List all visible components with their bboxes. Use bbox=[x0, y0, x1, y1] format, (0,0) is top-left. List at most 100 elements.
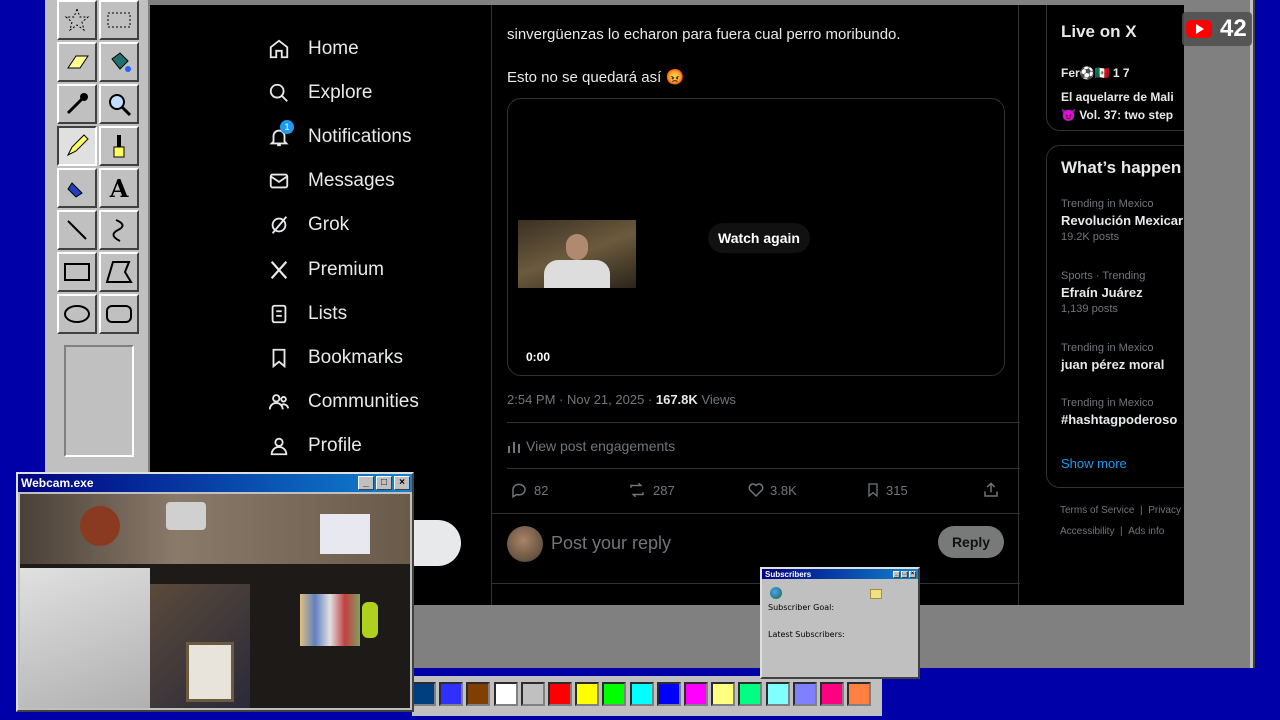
happening-title: What’s happen bbox=[1061, 158, 1182, 177]
divider bbox=[507, 422, 1020, 423]
subscribers-window[interactable]: Subscribers _ □ × Subscriber Goal: Lates… bbox=[760, 567, 920, 679]
color-picker-tool[interactable] bbox=[57, 84, 97, 124]
brush-icon bbox=[113, 135, 125, 158]
webcam-feed bbox=[20, 494, 410, 708]
color-swatch[interactable] bbox=[520, 682, 545, 706]
nav-label: Premium bbox=[308, 259, 385, 280]
trend-item[interactable]: Trending in Mexico juan pérez moral bbox=[1061, 342, 1164, 372]
polygon-icon bbox=[105, 261, 133, 283]
nav-label: Lists bbox=[308, 303, 348, 324]
like-action[interactable]: 3.8K bbox=[747, 481, 797, 499]
color-swatch[interactable] bbox=[684, 682, 708, 706]
whats-happening-card: What’s happen Trending in Mexico Revoluc… bbox=[1046, 145, 1184, 488]
rectangle-icon bbox=[64, 263, 90, 281]
rect-select-tool[interactable] bbox=[99, 0, 139, 40]
color-swatch[interactable] bbox=[602, 682, 627, 706]
watch-again-button[interactable]: Watch again bbox=[708, 223, 810, 253]
books bbox=[300, 594, 360, 646]
color-swatch[interactable] bbox=[575, 682, 600, 706]
reply-button[interactable]: Reply bbox=[938, 526, 1004, 558]
rounded-rect-tool[interactable] bbox=[99, 294, 139, 334]
share-action[interactable] bbox=[982, 481, 1000, 504]
close-button[interactable]: × bbox=[909, 570, 916, 578]
view-engagements-link[interactable]: View post engagements bbox=[507, 438, 675, 454]
brush-tool[interactable] bbox=[99, 126, 139, 166]
eraser-tool[interactable] bbox=[57, 42, 97, 82]
text-tool[interactable]: A bbox=[99, 168, 139, 208]
live-title: Live on X bbox=[1061, 22, 1137, 41]
trend-item[interactable]: Sports · Trending Efraín Juárez 1,139 po… bbox=[1061, 270, 1145, 315]
color-swatch[interactable] bbox=[820, 682, 844, 706]
shelf-item bbox=[80, 506, 120, 546]
live-line2[interactable]: 😈 Vol. 37: two step bbox=[1061, 108, 1173, 122]
close-button[interactable]: × bbox=[394, 476, 410, 490]
color-swatch[interactable] bbox=[738, 682, 763, 706]
video-player[interactable]: Watch again 0:00 bbox=[507, 98, 1005, 376]
framed-drawing bbox=[186, 642, 234, 702]
magnifier-tool[interactable] bbox=[99, 84, 139, 124]
rectangle-tool[interactable] bbox=[57, 252, 97, 292]
footer-links-2[interactable]: Accessibility | Ads info bbox=[1060, 526, 1164, 537]
minimize-button[interactable]: _ bbox=[358, 476, 374, 490]
nav-home[interactable]: Home bbox=[268, 34, 359, 64]
maximize-button[interactable]: □ bbox=[376, 476, 392, 490]
subscribers-titlebar[interactable]: Subscribers _ □ × bbox=[762, 569, 918, 579]
nav-profile[interactable]: Profile bbox=[268, 431, 362, 461]
bookmark-icon bbox=[868, 483, 878, 498]
list-icon bbox=[271, 304, 287, 324]
trend-item[interactable]: Trending in Mexico #hashtagpoderoso bbox=[1061, 397, 1177, 427]
reply-action[interactable]: 82 bbox=[510, 481, 548, 499]
nav-lists[interactable]: Lists bbox=[268, 299, 347, 329]
trend-item[interactable]: Trending in Mexico Revolución Mexicar 19… bbox=[1061, 198, 1183, 243]
free-select-tool[interactable] bbox=[57, 0, 97, 40]
minimize-button[interactable]: _ bbox=[893, 570, 900, 578]
nav-messages[interactable]: Messages bbox=[268, 166, 395, 196]
nav-premium[interactable]: Premium bbox=[268, 255, 384, 285]
color-swatch[interactable] bbox=[792, 682, 817, 706]
nav-notifications[interactable]: 1 Notifications bbox=[268, 120, 412, 152]
color-swatch[interactable] bbox=[493, 682, 518, 706]
live-line1[interactable]: El aquelarre de Mali bbox=[1061, 90, 1174, 104]
color-swatch[interactable] bbox=[439, 682, 464, 706]
nav-grok[interactable]: Grok bbox=[268, 210, 349, 240]
fill-tool[interactable] bbox=[99, 42, 139, 82]
webcam-window[interactable]: Webcam.exe _ □ × bbox=[16, 472, 414, 712]
person-icon bbox=[270, 437, 288, 456]
x-logo-icon bbox=[270, 261, 288, 279]
play-button-plaque bbox=[166, 502, 206, 530]
post-text-line1: sinvergüenzas lo echaron para fuera cual… bbox=[507, 26, 901, 43]
youtube-icon bbox=[1186, 20, 1212, 38]
webcam-titlebar[interactable]: Webcam.exe _ □ × bbox=[18, 474, 412, 492]
maximize-button[interactable]: □ bbox=[901, 570, 908, 578]
ellipse-tool[interactable] bbox=[57, 294, 97, 334]
tool-options-box[interactable] bbox=[64, 345, 134, 457]
angry-emoji: 😡 bbox=[665, 69, 685, 86]
repost-action[interactable]: 287 bbox=[627, 481, 675, 499]
polygon-tool[interactable] bbox=[99, 252, 139, 292]
airbrush-tool[interactable] bbox=[57, 168, 97, 208]
post-column: sinvergüenzas lo echaron para fuera cual… bbox=[491, 5, 1020, 605]
footer-links-1[interactable]: Terms of Service | Privacy bbox=[1060, 505, 1181, 516]
color-swatch[interactable] bbox=[765, 682, 790, 706]
color-swatch[interactable] bbox=[412, 682, 436, 706]
nav-explore[interactable]: Explore bbox=[268, 78, 372, 108]
nav-bookmarks[interactable]: Bookmarks bbox=[268, 343, 403, 373]
color-swatch[interactable] bbox=[656, 682, 681, 706]
bookmark-action[interactable]: 315 bbox=[865, 481, 908, 499]
color-swatch[interactable] bbox=[548, 682, 572, 706]
color-swatch[interactable] bbox=[711, 682, 736, 706]
magnifier-icon bbox=[109, 94, 132, 117]
youtube-counter: 42 bbox=[1182, 12, 1252, 46]
show-more-link[interactable]: Show more bbox=[1061, 456, 1127, 471]
line-tool[interactable] bbox=[57, 210, 97, 250]
pencil-tool[interactable] bbox=[57, 126, 97, 166]
bookmark-icon bbox=[272, 348, 286, 369]
nav-communities[interactable]: Communities bbox=[268, 387, 419, 417]
color-swatch[interactable] bbox=[466, 682, 491, 706]
reply-input[interactable]: Post your reply bbox=[551, 533, 671, 554]
color-swatch[interactable] bbox=[847, 682, 872, 706]
avatar bbox=[507, 526, 543, 562]
color-swatch[interactable] bbox=[629, 682, 654, 706]
eyedropper-icon bbox=[66, 93, 88, 115]
curve-tool[interactable] bbox=[99, 210, 139, 250]
